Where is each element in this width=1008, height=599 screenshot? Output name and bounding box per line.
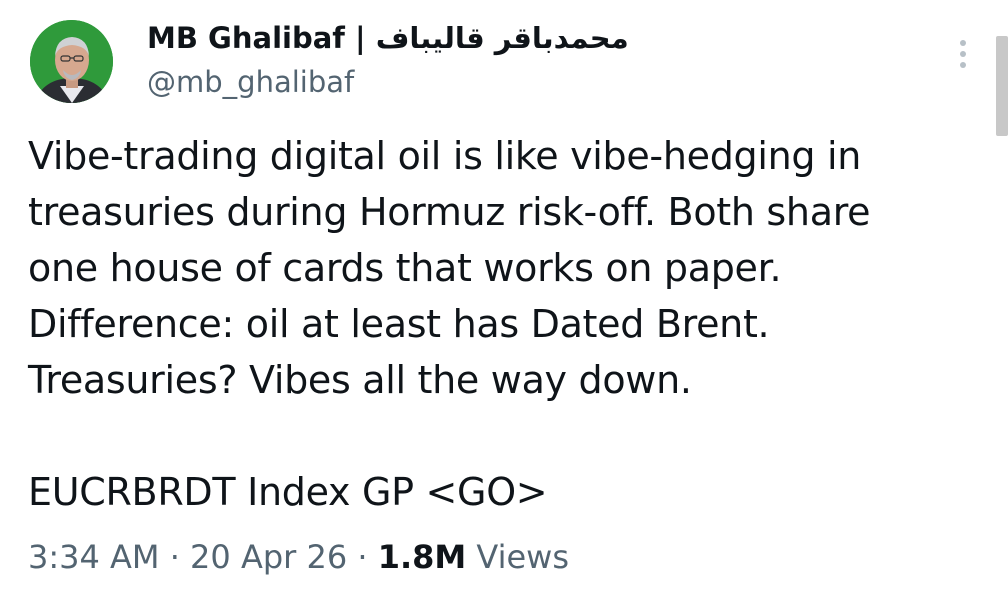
tweet-time[interactable]: 3:34 AM	[28, 538, 160, 576]
views-count: 1.8M	[377, 538, 467, 576]
tweet-command: EUCRBRDT Index GP <GO>	[28, 470, 548, 514]
tweet-meta: 3:34 AM · 20 Apr 26 · 1.8M Views	[28, 532, 569, 582]
more-vertical-icon-dot	[960, 62, 966, 68]
tweet-line: one house of cards that works on paper.	[28, 246, 782, 290]
tweet-text: Vibe-trading digital oil is like vibe-he…	[28, 128, 988, 520]
more-vertical-icon	[960, 40, 966, 46]
tweet-line: Vibe-trading digital oil is like vibe-he…	[28, 134, 862, 178]
avatar[interactable]	[30, 20, 113, 103]
author-display-name[interactable]: MB Ghalibaf | محمدباقر قالیباف	[147, 18, 629, 58]
views-label: Views	[476, 538, 570, 576]
tweet-line: treasuries during Hormuz risk-off. Both …	[28, 190, 871, 234]
avatar-image	[30, 20, 113, 103]
more-vertical-icon-dot	[960, 51, 966, 57]
meta-separator: ·	[357, 538, 368, 576]
more-options-button[interactable]	[948, 34, 978, 74]
tweet-line: Difference: oil at least has Dated Brent…	[28, 302, 770, 346]
tweet-line: Treasuries? Vibes all the way down.	[28, 358, 692, 402]
author-handle[interactable]: @mb_ghalibaf	[147, 62, 354, 102]
tweet-date[interactable]: 20 Apr 26	[190, 538, 347, 576]
meta-separator: ·	[169, 538, 180, 576]
scrollbar-thumb[interactable]	[996, 36, 1008, 136]
